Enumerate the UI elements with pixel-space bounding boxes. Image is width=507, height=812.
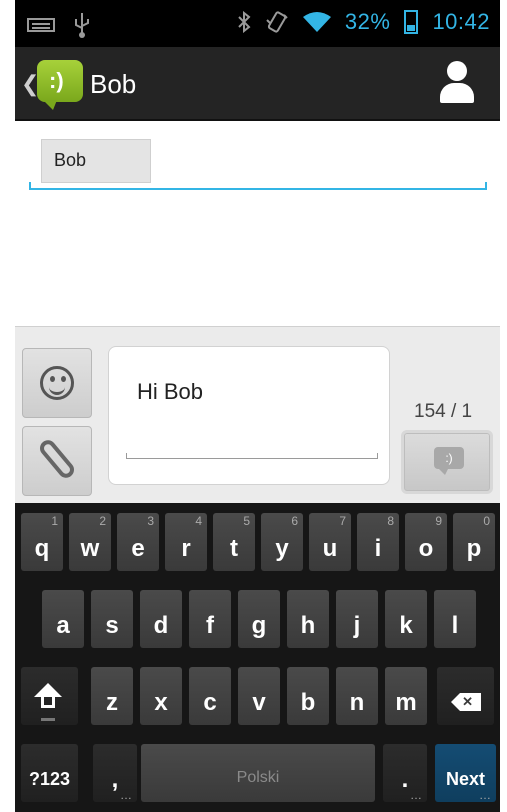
- next-key[interactable]: Next …: [435, 744, 496, 802]
- emoji-button[interactable]: [22, 348, 92, 418]
- recipient-field[interactable]: [29, 182, 487, 190]
- key-b[interactable]: b: [287, 667, 329, 725]
- key-d[interactable]: d: [140, 590, 182, 648]
- keyboard-icon: [27, 18, 55, 32]
- key-v[interactable]: v: [238, 667, 280, 725]
- key-y[interactable]: 6y: [261, 513, 303, 571]
- key-e[interactable]: 3e: [117, 513, 159, 571]
- bluetooth-icon: [238, 11, 251, 33]
- clock: 10:42: [432, 9, 490, 34]
- send-message-icon: :): [434, 447, 464, 475]
- key-s[interactable]: s: [91, 590, 133, 648]
- comma-key[interactable]: , …: [93, 744, 137, 802]
- status-bar: 32% 10:42: [15, 0, 500, 47]
- key-w[interactable]: 2w: [69, 513, 111, 571]
- battery-icon: [404, 10, 419, 34]
- compose-panel: Hi Bob 154 / 1 :): [15, 326, 500, 503]
- usb-icon: [75, 13, 89, 38]
- key-p[interactable]: 0p: [453, 513, 495, 571]
- backspace-icon: ✕: [451, 693, 481, 711]
- key-n[interactable]: n: [336, 667, 378, 725]
- key-t[interactable]: 5t: [213, 513, 255, 571]
- battery-percent: 32%: [344, 9, 391, 34]
- key-l[interactable]: l: [434, 590, 476, 648]
- key-g[interactable]: g: [238, 590, 280, 648]
- key-r[interactable]: 4r: [165, 513, 207, 571]
- period-key[interactable]: . …: [383, 744, 427, 802]
- key-h[interactable]: h: [287, 590, 329, 648]
- contact-icon[interactable]: [440, 61, 474, 105]
- key-o[interactable]: 9o: [405, 513, 447, 571]
- key-z[interactable]: z: [91, 667, 133, 725]
- conversation-title: Bob: [90, 69, 137, 99]
- attach-button[interactable]: [22, 426, 92, 496]
- key-a[interactable]: a: [42, 590, 84, 648]
- symbols-key[interactable]: ?123: [21, 744, 78, 802]
- shift-key[interactable]: [21, 667, 78, 725]
- key-c[interactable]: c: [189, 667, 231, 725]
- key-i[interactable]: 8i: [357, 513, 399, 571]
- shift-arrow-icon: [34, 683, 62, 697]
- key-k[interactable]: k: [385, 590, 427, 648]
- partially-visible-text: [0, 802, 507, 812]
- device-screen: 32% 10:42 ❮ :) Bob Bob Hi Bob 154 / 1 :): [15, 0, 500, 812]
- status-left: [27, 12, 91, 38]
- recipient-chip[interactable]: Bob: [41, 139, 151, 183]
- key-f[interactable]: f: [189, 590, 231, 648]
- message-text: Hi Bob: [137, 379, 204, 404]
- key-q[interactable]: 1q: [21, 513, 63, 571]
- message-underline: [126, 453, 378, 459]
- message-input[interactable]: Hi Bob: [108, 346, 390, 485]
- soft-keyboard: 1q2w3e4r5t6y7u8i9o0p asdfghjkl ✕ zxcvbnm…: [15, 503, 500, 812]
- messaging-app-icon[interactable]: :): [37, 60, 83, 110]
- send-button[interactable]: :): [401, 430, 493, 494]
- key-j[interactable]: j: [336, 590, 378, 648]
- paperclip-icon: [36, 437, 78, 481]
- delete-key[interactable]: ✕: [437, 667, 494, 725]
- key-x[interactable]: x: [140, 667, 182, 725]
- smiley-icon: [40, 366, 74, 400]
- key-m[interactable]: m: [385, 667, 427, 725]
- space-key[interactable]: Polski: [141, 744, 375, 802]
- status-right: 32% 10:42: [237, 9, 490, 35]
- wifi-icon: [302, 12, 331, 32]
- action-bar: ❮ :) Bob: [15, 47, 500, 121]
- character-counter: 154 / 1: [414, 401, 473, 422]
- key-u[interactable]: 7u: [309, 513, 351, 571]
- vibrate-icon: [266, 11, 288, 33]
